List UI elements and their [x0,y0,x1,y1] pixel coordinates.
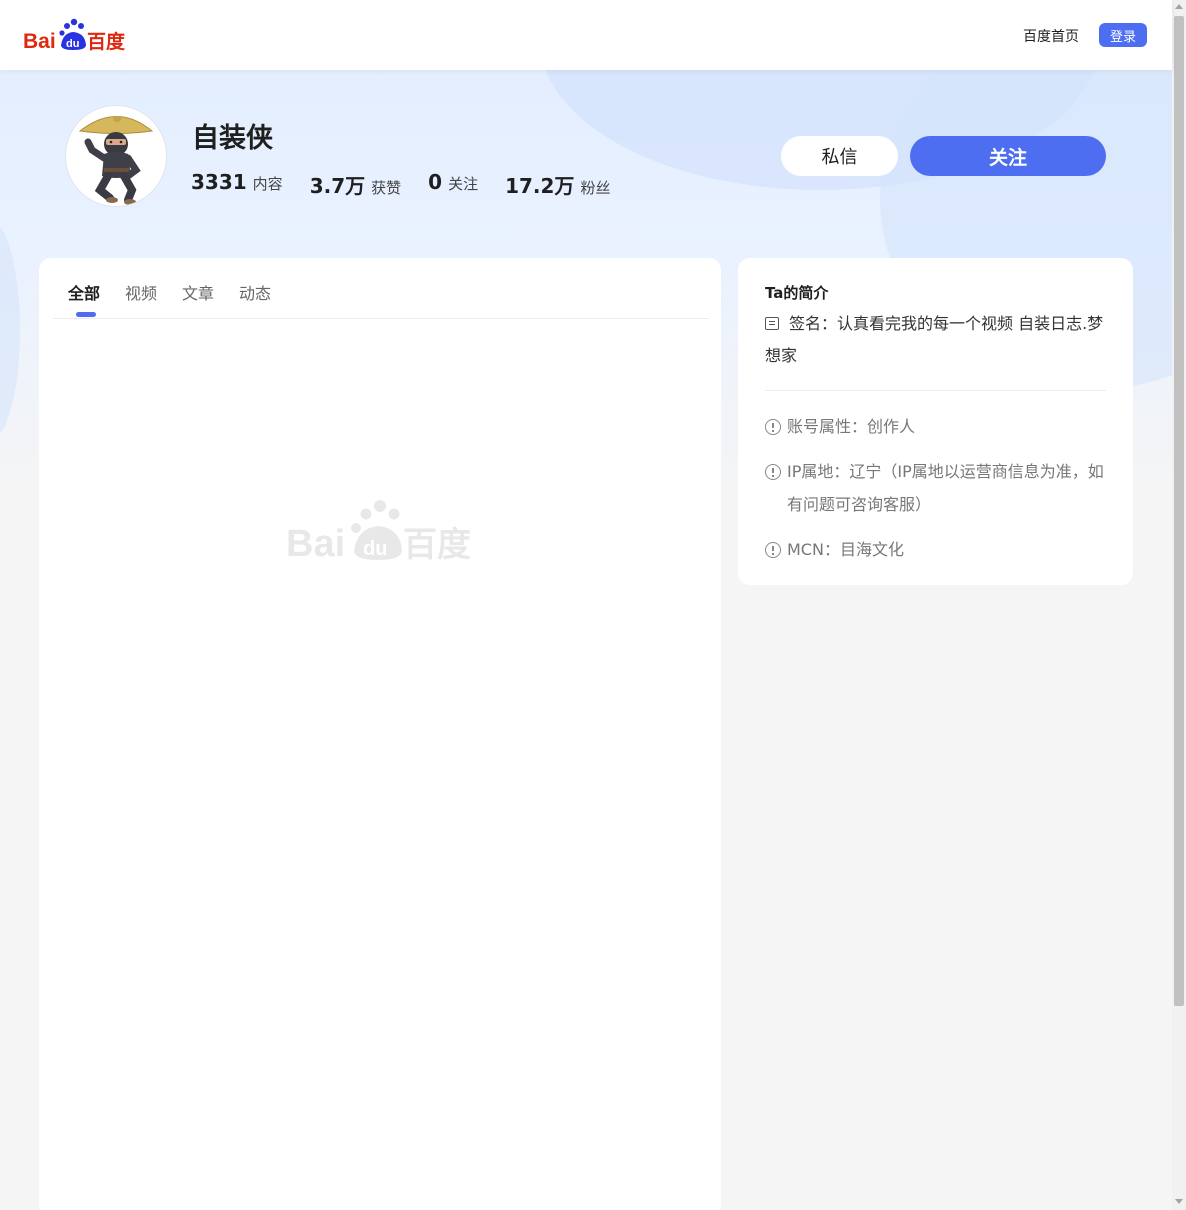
stat-content[interactable]: 3331 内容 [191,170,283,199]
loading-placeholder-logo: Bai du 百度 [286,500,471,564]
info-text: IP属地：辽宁（IP属地以运营商信息为准，如有问题可咨询客服） [787,462,1104,514]
content-panel: 全部 视频 文章 动态 Bai du 百度 [39,258,721,1210]
scroll-up-arrow-icon[interactable] [1175,4,1183,9]
info-account-type: 账号属性：创作人 [765,410,1110,443]
signature: 签名：认真看完我的每一个视频 自装日志.梦想家 [765,308,1110,372]
info-ip-location: IP属地：辽宁（IP属地以运营商信息为准，如有问题可咨询客服） [765,455,1110,521]
profile-stats: 3331 内容 3.7万 获赞 0 关注 17.2万 粉丝 [191,170,637,199]
ninja-avatar-image [66,106,166,206]
scrollbar-thumb[interactable] [1174,16,1184,1006]
stat-value: 3.7万 [309,174,366,198]
active-tab-indicator [76,312,96,317]
signature-text: 签名：认真看完我的每一个视频 自装日志.梦想家 [765,314,1104,365]
tab-label: 动态 [239,284,272,303]
baidu-home-link[interactable]: 百度首页 [1023,26,1079,46]
note-icon [765,317,779,330]
info-circle-icon [765,464,781,480]
info-mcn: MCN：目海文化 [765,533,1110,566]
tab-label: 视频 [125,284,158,303]
profile-name: 自装侠 [192,123,273,154]
svg-text:Bai: Bai [286,523,345,564]
tab-dynamic[interactable]: 动态 [239,280,271,304]
info-circle-icon [765,542,781,558]
stat-likes: 3.7万 获赞 [310,170,401,199]
stat-label: 粉丝 [580,179,611,197]
stat-value: 17.2万 [505,174,575,198]
info-text: MCN：目海文化 [787,540,904,559]
scroll-down-arrow-icon[interactable] [1175,1199,1183,1204]
top-navbar: Bai du 百度 百度首页 登录 [0,0,1172,70]
avatar[interactable] [65,105,167,207]
tabs-divider [53,318,709,319]
page-scrollbar[interactable] [1172,0,1186,1210]
svg-text:du: du [363,538,387,560]
follow-button[interactable]: 关注 [910,136,1106,176]
svg-text:百度: 百度 [87,30,126,53]
intro-title: Ta的简介 [765,284,829,302]
tab-label: 文章 [182,284,215,303]
intro-divider [765,390,1106,391]
tab-all[interactable]: 全部 [68,280,101,317]
tab-article[interactable]: 文章 [182,280,214,304]
info-circle-icon [765,419,781,435]
stat-value: 0 [428,170,443,194]
intro-panel: Ta的简介 签名：认真看完我的每一个视频 自装日志.梦想家 账号属性：创作人 I… [738,258,1133,585]
decorative-blob [0,220,20,440]
content-tabs: 全部 视频 文章 动态 [68,280,296,317]
svg-text:du: du [66,38,79,50]
tab-video[interactable]: 视频 [125,280,157,304]
stat-following[interactable]: 0 关注 [428,170,478,199]
svg-text:Bai: Bai [23,30,56,53]
tab-label: 全部 [68,284,101,303]
login-button[interactable]: 登录 [1099,23,1147,47]
stat-value: 3331 [191,170,247,194]
stat-fans[interactable]: 17.2万 粉丝 [505,170,610,199]
stat-label: 内容 [252,175,283,193]
baidu-logo[interactable]: Bai du 百度 [23,17,129,53]
stat-label: 关注 [448,175,479,193]
private-message-button[interactable]: 私信 [781,136,898,176]
svg-text:百度: 百度 [403,525,471,564]
stat-label: 获赞 [371,179,402,197]
info-text: 账号属性：创作人 [787,417,916,436]
